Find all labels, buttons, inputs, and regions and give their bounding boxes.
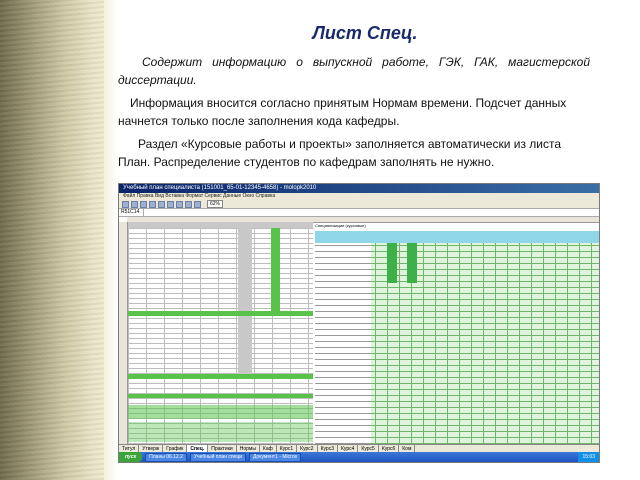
name-box[interactable]: R51C14 <box>119 209 144 216</box>
zoom-select[interactable]: 62% <box>207 200 224 208</box>
highlight-2 <box>407 243 417 283</box>
formula-bar: R51C14 <box>119 209 599 217</box>
undo-icon[interactable] <box>185 200 192 208</box>
right-label-column <box>315 243 371 444</box>
sum-icon[interactable] <box>194 200 201 208</box>
frame-edge <box>104 0 118 480</box>
excel-title-bar: Учебный план специалиста (151001_65-01-1… <box>119 184 599 193</box>
open-icon[interactable] <box>131 200 138 208</box>
windows-taskbar: пуск Планы 06.12.2 Учебный план специ До… <box>119 452 599 462</box>
decorative-frame <box>0 0 118 480</box>
start-button[interactable]: пуск <box>119 452 143 462</box>
print-icon[interactable] <box>149 200 156 208</box>
taskbar-item-2[interactable]: Учебный план специ <box>189 452 246 462</box>
green-band-4 <box>128 405 313 419</box>
right-section-title: Специализации (курсовые) <box>315 223 366 228</box>
left-table[interactable] <box>128 222 313 444</box>
taskbar-clock: 15:03 <box>578 452 599 462</box>
paragraph-3: Раздел «Курсовые работы и проекты» запол… <box>118 137 562 169</box>
row-headers <box>119 222 128 444</box>
excel-toolbar: 62% <box>119 200 599 209</box>
green-band-3 <box>128 394 313 398</box>
gray-column <box>238 228 252 378</box>
paste-icon[interactable] <box>176 200 183 208</box>
right-table-header <box>315 231 599 243</box>
right-table[interactable] <box>315 231 599 444</box>
taskbar-item-1[interactable]: Планы 06.12.2 <box>145 452 187 462</box>
green-band-2 <box>128 374 313 379</box>
copy-icon[interactable] <box>167 200 174 208</box>
paragraph-1: Содержит информацию о выпускной работе, … <box>118 55 590 87</box>
spreadsheet-grid[interactable]: Специализации (курсовые) <box>119 217 599 444</box>
highlight-1 <box>387 243 397 283</box>
paragraph-2: Информация вносится согласно принятым Но… <box>118 96 567 128</box>
left-table-header <box>128 222 313 228</box>
excel-screenshot: Учебный план специалиста (151001_65-01-1… <box>118 183 600 463</box>
new-icon[interactable] <box>122 200 129 208</box>
green-band-1 <box>128 311 313 316</box>
excel-menu-bar[interactable]: Файл Правка Вид Вставка Формат Сервис Да… <box>119 193 599 200</box>
green-column <box>271 228 280 311</box>
green-band-5 <box>128 422 313 442</box>
save-icon[interactable] <box>140 200 147 208</box>
cut-icon[interactable] <box>158 200 165 208</box>
taskbar-item-3[interactable]: Документ1 - Micros <box>248 452 302 462</box>
slide-title: Лист Спец. <box>312 23 418 43</box>
